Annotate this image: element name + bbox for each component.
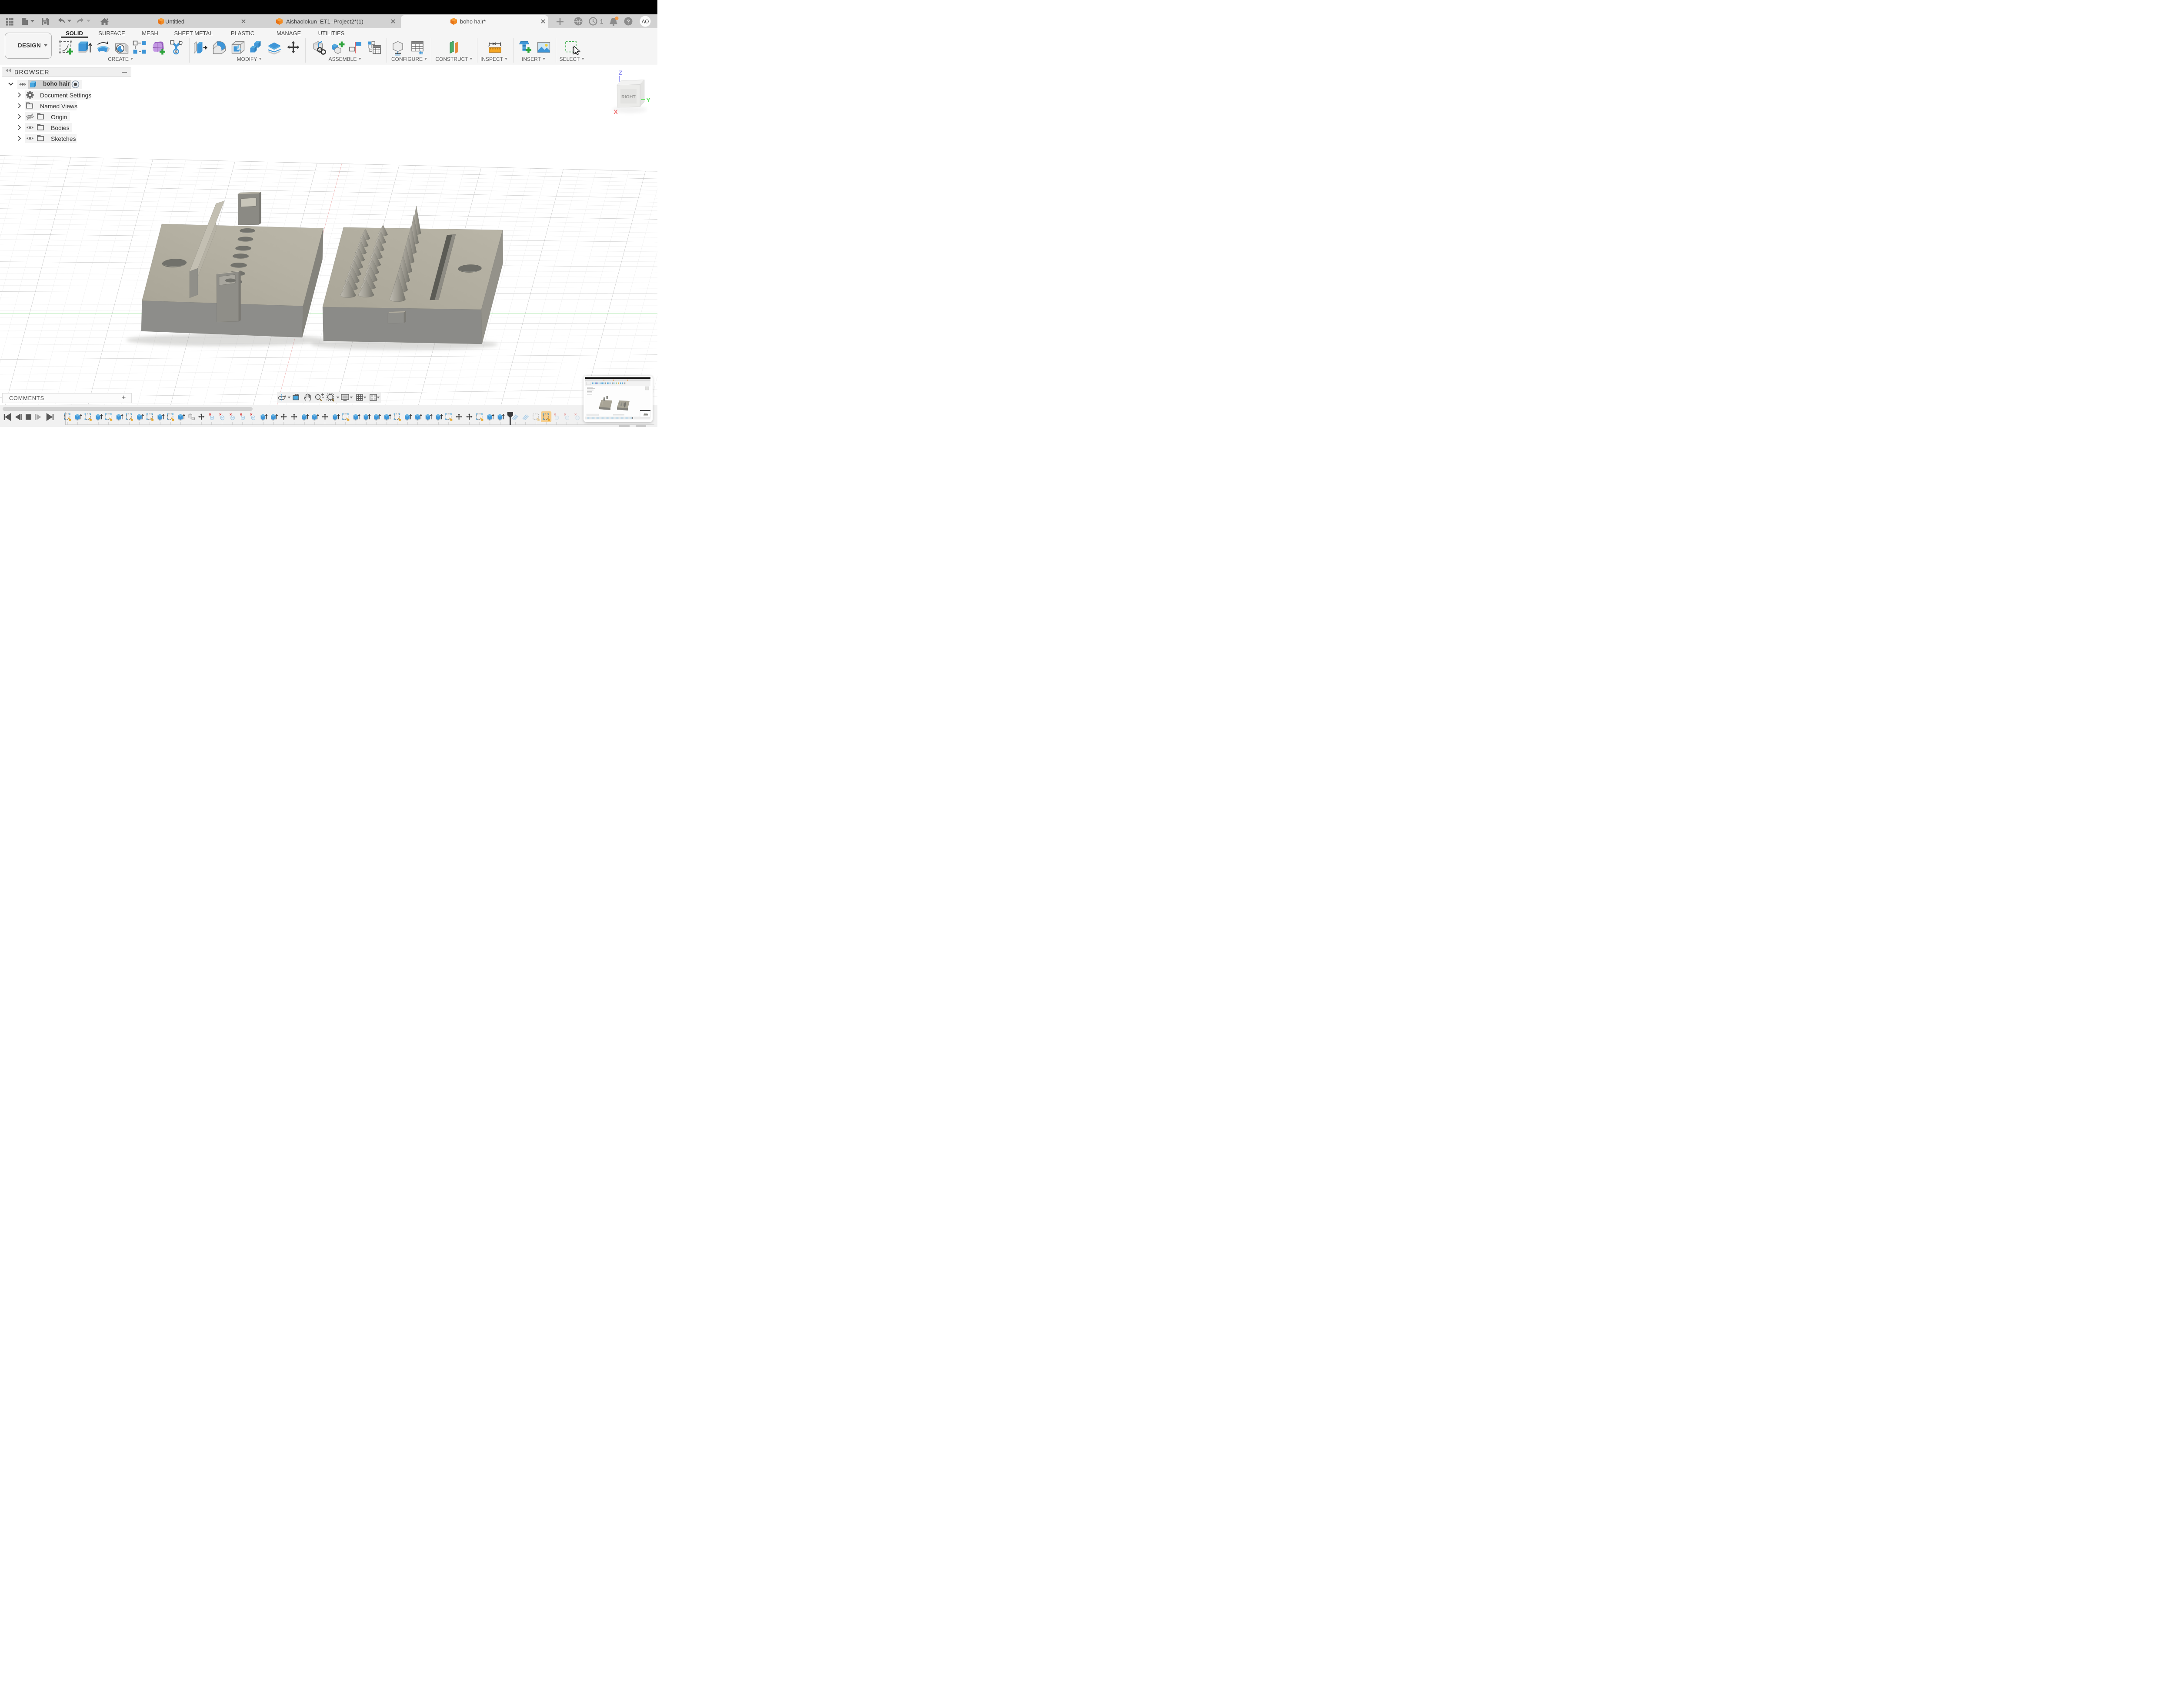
svg-text:Z: Z [619,69,623,76]
svg-text:AO: AO [642,20,649,25]
svg-text:1: 1 [600,18,604,25]
svg-text:X: X [614,108,618,115]
svg-text:RIGHT: RIGHT [621,94,636,100]
svg-text:Y: Y [646,97,650,103]
svg-text:?: ? [627,18,630,25]
